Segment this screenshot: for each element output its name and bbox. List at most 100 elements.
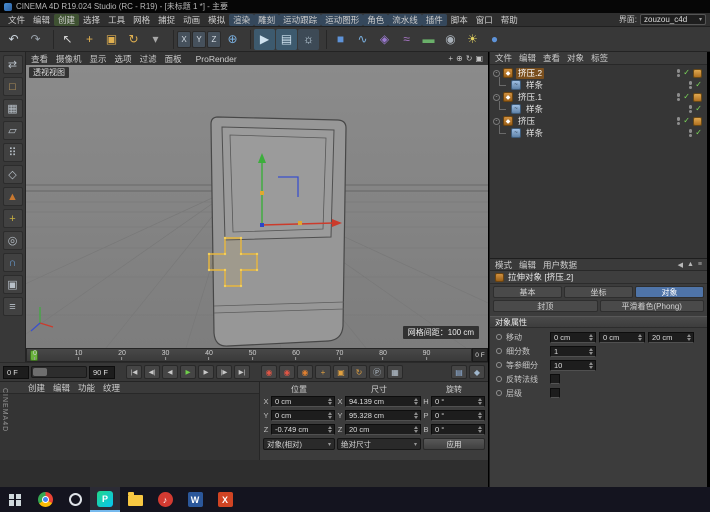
menu-item[interactable]: 渲染 xyxy=(229,14,254,26)
attr-tab[interactable]: 封顶 xyxy=(493,300,598,312)
enabled-check-icon[interactable]: ✓ xyxy=(695,81,702,89)
coord-field[interactable]: 0 cm xyxy=(271,410,335,421)
anim-dot-icon[interactable] xyxy=(496,334,502,340)
expander-icon[interactable]: - xyxy=(493,118,500,125)
spinner-icon[interactable] xyxy=(477,398,483,405)
coord-field[interactable]: 94.139 cm xyxy=(345,396,421,407)
record-parameter-button[interactable]: Ⓟ xyxy=(369,365,385,379)
am-menu-item[interactable]: 模式 xyxy=(495,259,512,271)
coord-field[interactable]: 0 cm xyxy=(271,396,335,407)
model-mode-button[interactable]: □ xyxy=(3,77,23,96)
autokey-button[interactable]: ◉ xyxy=(279,365,295,379)
menu-item[interactable]: 角色 xyxy=(363,14,388,26)
prorender-menu[interactable]: ProRender xyxy=(196,54,237,64)
om-menu-item[interactable]: 编辑 xyxy=(519,52,536,64)
am-menu-item[interactable]: 编辑 xyxy=(519,259,536,271)
range-slider-knob[interactable] xyxy=(33,368,47,376)
pan-view-icon[interactable]: + xyxy=(448,54,453,63)
next-key-button[interactable]: |▶ xyxy=(216,365,232,379)
material-menu-item[interactable]: 创建 xyxy=(28,382,45,394)
coord-field[interactable]: 95.328 cm xyxy=(345,410,421,421)
timeline-window-button[interactable]: ◆ xyxy=(469,365,485,379)
solo-mode-button[interactable]: ◎ xyxy=(3,231,23,250)
checkbox[interactable] xyxy=(550,388,560,398)
x-app-icon[interactable]: X xyxy=(210,487,240,512)
enabled-check-icon[interactable]: ✓ xyxy=(683,117,690,125)
om-menu-item[interactable]: 对象 xyxy=(567,52,584,64)
spinner-icon[interactable] xyxy=(413,426,419,433)
live-selection-button[interactable]: ↖ xyxy=(57,29,78,50)
play-button[interactable]: ▶ xyxy=(180,365,196,379)
om-menu-item[interactable]: 文件 xyxy=(495,52,512,64)
scale-tool-button[interactable]: ▣ xyxy=(101,29,122,50)
current-frame-field[interactable]: 0 F xyxy=(3,366,29,379)
object-row[interactable]: -◆挤压.1✓ xyxy=(490,91,707,103)
last-tool-button[interactable]: ▾ xyxy=(145,29,166,50)
pycharm-icon[interactable]: P xyxy=(90,487,120,512)
object-label[interactable]: 挤压 xyxy=(516,116,537,127)
spinner-icon[interactable] xyxy=(413,412,419,419)
viewport-menu-item[interactable]: 摄像机 xyxy=(56,53,82,65)
expander-icon[interactable]: - xyxy=(493,94,500,101)
spinner-icon[interactable] xyxy=(327,426,333,433)
object-label[interactable]: 样条 xyxy=(524,128,545,139)
record-rotation-button[interactable]: ↻ xyxy=(351,365,367,379)
points-mode-button[interactable]: ⠿ xyxy=(3,143,23,162)
menu-item[interactable]: 选择 xyxy=(79,14,104,26)
coord-field[interactable]: 0 ° xyxy=(431,410,485,421)
menu-item[interactable]: 模拟 xyxy=(204,14,229,26)
visibility-dots[interactable] xyxy=(677,69,681,77)
rotate-tool-button[interactable]: ↻ xyxy=(123,29,144,50)
menu-item[interactable]: 雕刻 xyxy=(254,14,279,26)
chrome-icon[interactable] xyxy=(30,487,60,512)
texture-mode-button[interactable]: ▦ xyxy=(3,99,23,118)
next-frame-button[interactable]: ▶ xyxy=(198,365,214,379)
om-menu-item[interactable]: 标签 xyxy=(591,52,608,64)
panel-control-icon[interactable]: ◀ xyxy=(678,261,683,269)
material-menu-item[interactable]: 功能 xyxy=(78,382,95,394)
enabled-check-icon[interactable]: ✓ xyxy=(683,93,690,101)
object-row[interactable]: ~样条✓ xyxy=(490,103,707,115)
am-menu-item[interactable]: 用户数据 xyxy=(543,259,577,271)
spinner-icon[interactable] xyxy=(588,348,594,355)
add-light-button[interactable]: ☀ xyxy=(462,29,483,50)
zoom-view-icon[interactable]: ⊕ xyxy=(456,54,463,63)
anim-dot-icon[interactable] xyxy=(496,362,502,368)
anim-dot-icon[interactable] xyxy=(496,376,502,382)
enabled-check-icon[interactable]: ✓ xyxy=(683,69,690,77)
spinner-icon[interactable] xyxy=(413,398,419,405)
visibility-dots[interactable] xyxy=(677,93,681,101)
attr-tab[interactable]: 基本 xyxy=(493,286,562,298)
menu-item[interactable]: 运动跟踪 xyxy=(279,14,321,26)
prev-frame-button[interactable]: ◀ xyxy=(162,365,178,379)
edge-icon[interactable] xyxy=(60,487,90,512)
word-icon[interactable]: W xyxy=(180,487,210,512)
workplane-snap-button[interactable]: ▣ xyxy=(3,275,23,294)
spinner-icon[interactable] xyxy=(588,362,594,369)
object-label[interactable]: 样条 xyxy=(524,80,545,91)
menu-item[interactable]: 运动图形 xyxy=(321,14,363,26)
attr-tab[interactable]: 平滑着色(Phong) xyxy=(600,300,705,312)
coord-field[interactable]: 0 ° xyxy=(431,396,485,407)
object-row[interactable]: ~样条✓ xyxy=(490,79,707,91)
om-menu-item[interactable]: 查看 xyxy=(543,52,560,64)
y-axis-button[interactable]: Y xyxy=(192,31,206,48)
menu-item[interactable]: 文件 xyxy=(4,14,29,26)
spinner-icon[interactable] xyxy=(686,334,692,341)
viewport-menu-item[interactable]: 查看 xyxy=(31,53,48,65)
x-axis-button[interactable]: X xyxy=(177,31,191,48)
enabled-check-icon[interactable]: ✓ xyxy=(695,105,702,113)
panel-control-icon[interactable]: ▲ xyxy=(687,261,694,269)
add-camera-button[interactable]: ◉ xyxy=(440,29,461,50)
coord-field[interactable]: 20 cm xyxy=(345,424,421,435)
keyframe-presets-button[interactable]: ▤ xyxy=(451,365,467,379)
prev-key-button[interactable]: ◀| xyxy=(144,365,160,379)
object-row[interactable]: -◆挤压✓ xyxy=(490,115,707,127)
keyframe-selection-button[interactable]: ◉ xyxy=(297,365,313,379)
file-explorer-icon[interactable] xyxy=(120,487,150,512)
render-settings-button[interactable]: ☼ xyxy=(298,29,319,50)
coord-field[interactable]: 0 ° xyxy=(431,424,485,435)
add-floor-button[interactable]: ▬ xyxy=(418,29,439,50)
menu-item[interactable]: 创建 xyxy=(54,14,79,26)
render-picture-viewer-button[interactable]: ▤ xyxy=(276,29,297,50)
